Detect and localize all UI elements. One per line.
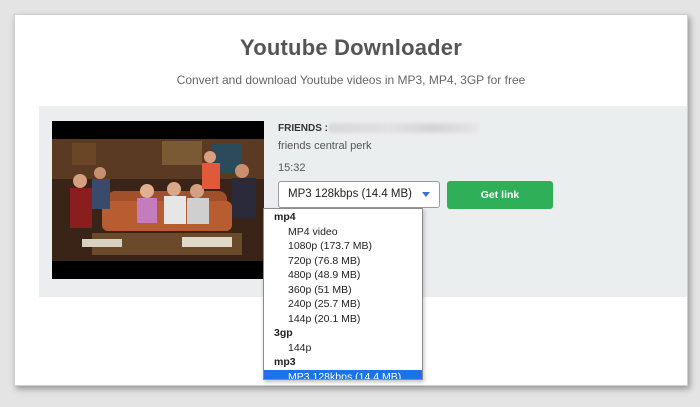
format-select-value: MP3 128kbps (14.4 MB) (288, 188, 413, 200)
option-mp4-144p[interactable]: 144p (20.1 MB) (264, 312, 422, 327)
thumbnail-image (52, 121, 264, 279)
video-thumbnail[interactable] (52, 121, 264, 279)
option-3gp-144p[interactable]: 144p (264, 341, 422, 356)
format-select[interactable]: MP3 128kbps (14.4 MB) (278, 181, 440, 208)
page-title: Youtube Downloader (240, 35, 462, 60)
option-mp4-240p[interactable]: 240p (25.7 MB) (264, 297, 422, 312)
option-mp4-1080p[interactable]: 1080p (173.7 MB) (264, 239, 422, 254)
option-mp4-480p[interactable]: 480p (48.9 MB) (264, 268, 422, 283)
blurred-title-text (329, 123, 479, 133)
chevron-down-icon (422, 192, 430, 197)
option-mp4-video[interactable]: MP4 video (264, 225, 422, 240)
option-group-label: 3gp (274, 327, 293, 339)
video-duration: 15:32 (278, 162, 306, 174)
format-dropdown-list[interactable]: mp4 MP4 video 1080p (173.7 MB) 720p (76.… (263, 208, 423, 380)
video-description: friends central perk (278, 140, 372, 152)
video-title: FRIENDS : (278, 123, 328, 134)
page-subtitle: Convert and download Youtube videos in M… (176, 73, 526, 87)
option-mp4-720p[interactable]: 720p (76.8 MB) (264, 254, 422, 269)
option-group-label: mp3 (274, 356, 296, 368)
option-group-label: mp4 (274, 211, 296, 223)
get-link-button[interactable]: Get link (447, 181, 553, 209)
option-mp4-360p[interactable]: 360p (51 MB) (264, 283, 422, 298)
option-mp3-128kbps[interactable]: MP3 128kbps (14.4 MB) (264, 369, 422, 379)
